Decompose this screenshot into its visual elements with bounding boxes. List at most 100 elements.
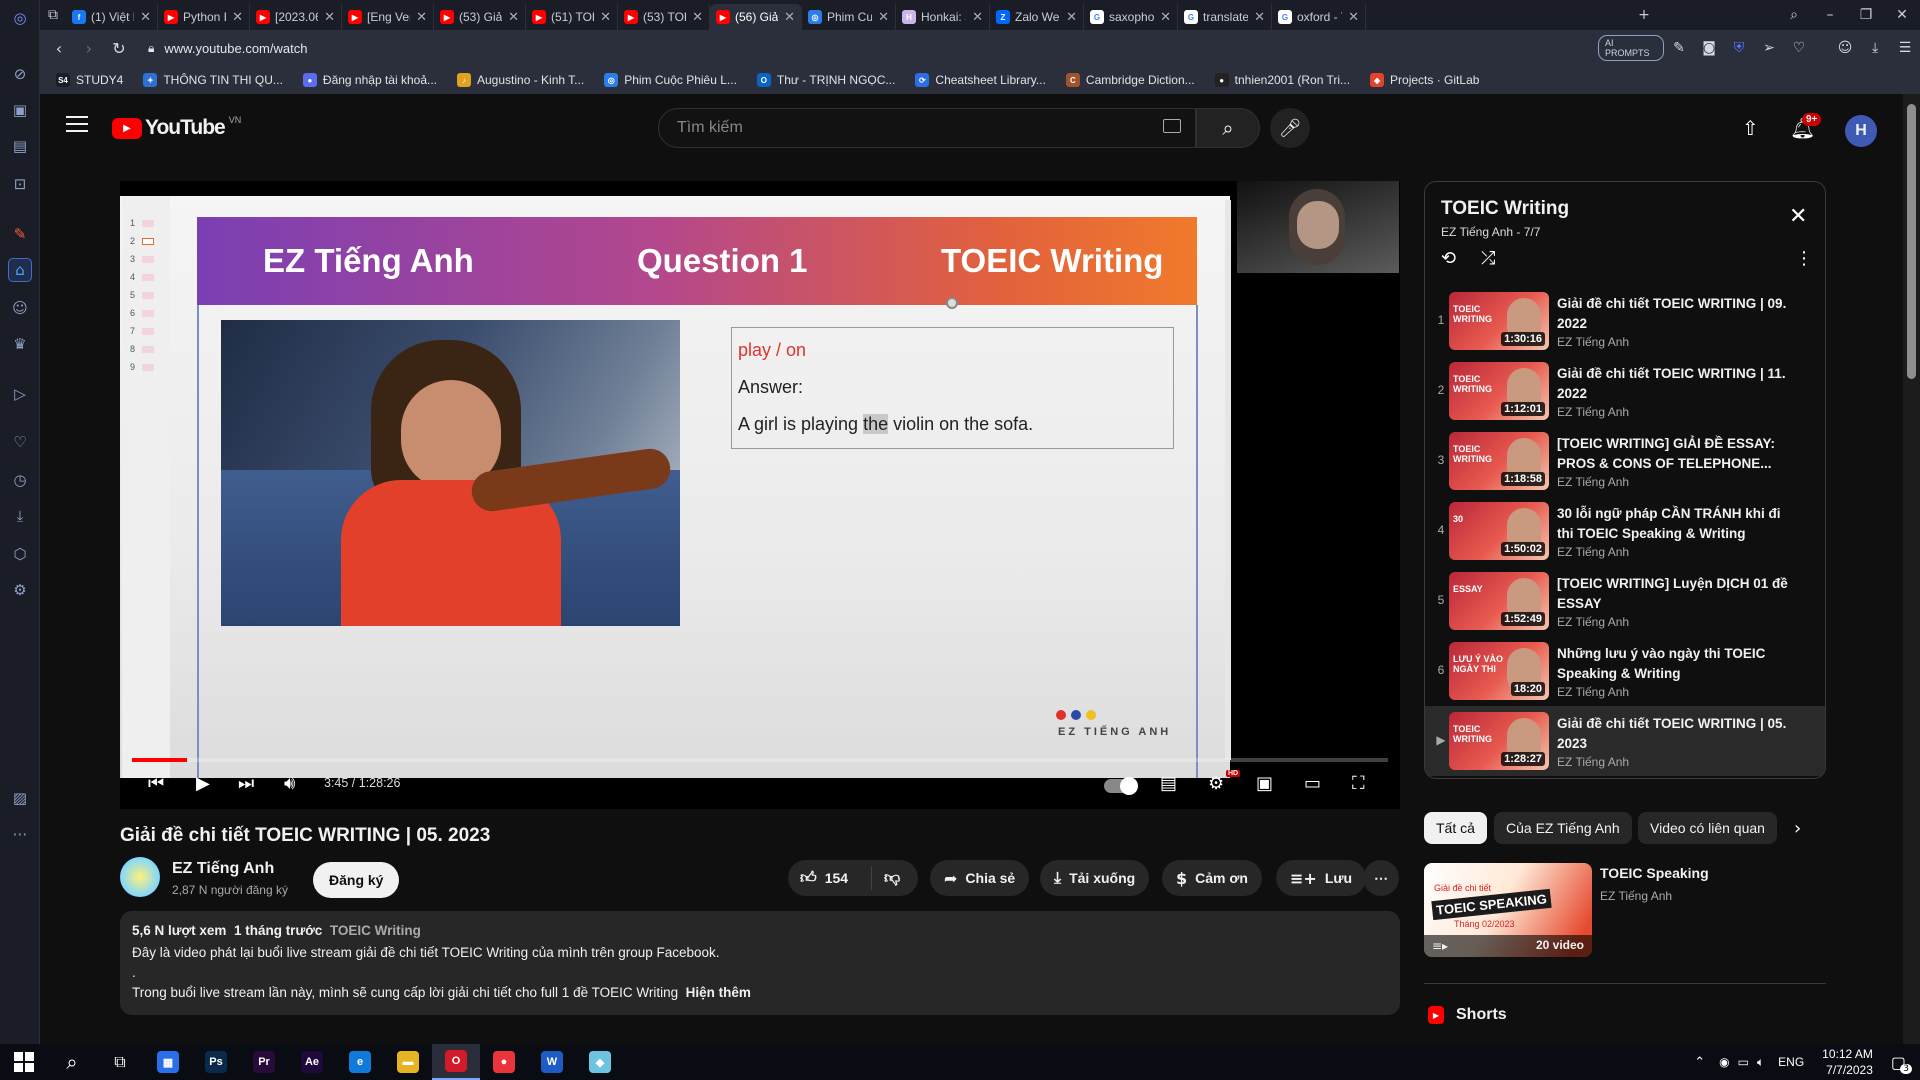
avatar[interactable]: H [1845,115,1877,147]
tab-close-icon[interactable]: ✕ [972,9,983,25]
share-button[interactable]: ➦ Chia sẻ [930,860,1030,896]
bookmark-item[interactable]: ● Đăng nhập tài khoả... [302,73,437,87]
taskbar-app[interactable]: ▦ [144,1044,192,1080]
messenger-icon[interactable]: ▤ [8,134,32,158]
tab-search-icon[interactable]: ⌕ [1776,0,1812,30]
download-icon[interactable]: ⤓ [8,504,32,528]
shield-icon[interactable]: ⛨ [1724,33,1754,63]
minimize-icon[interactable]: – [1812,0,1848,30]
related-title[interactable]: TOEIC Speaking [1600,865,1709,881]
playlist-item[interactable]: 2 TOEIC WRITING 1:12:01 Giải đề chi tiết TO… [1425,356,1825,426]
browser-tab[interactable]: f (1) Việt Hà ✕ [66,4,158,30]
browser-tab[interactable]: ▶ [2023.06] T ✕ [250,4,342,30]
more-actions-button[interactable]: ⋯ [1363,860,1399,896]
clock[interactable]: 10:12 AM 7/7/2023 [1822,1046,1873,1078]
close-window-icon[interactable]: ✕ [1884,0,1920,30]
taskbar-app[interactable]: ◆ [576,1044,624,1080]
briefcase-icon[interactable]: ▣ [8,98,32,122]
playlist-item[interactable]: ▶ TOEIC WRITING 1:28:27 Giải đề chi tiết TO… [1425,706,1825,776]
channel-avatar[interactable] [120,857,160,897]
playlist-item[interactable]: 4 30 1:50:02 30 lỗi ngữ pháp CẦN TRÁNH khi … [1425,496,1825,566]
taskbar-app[interactable]: Ae [288,1044,336,1080]
cube-icon[interactable]: ⬡ [8,542,32,566]
heart-icon[interactable]: ♡ [8,430,32,454]
tab-close-icon[interactable]: ✕ [1066,9,1077,25]
playlist-menu-icon[interactable]: ⋮ [1795,248,1813,269]
snapshot-icon[interactable]: ▨ [8,786,32,810]
progress-track[interactable] [132,758,1388,762]
share-icon[interactable]: ➢ [1754,33,1784,63]
browser-tab[interactable]: ▶ [Eng Ver.] T ✕ [342,4,434,30]
bookmark-item[interactable]: ♪ Augustino - Kinh T... [457,73,584,87]
tab-close-icon[interactable]: ✕ [416,9,427,25]
taskbar-app[interactable]: e [336,1044,384,1080]
download-button[interactable]: ⤓ Tải xuống [1040,860,1150,896]
hamburger-menu-icon[interactable] [66,116,88,132]
downloads-icon[interactable]: ⤓ [1860,33,1890,63]
action-center-icon[interactable]: ▢ 3 [1891,1053,1912,1074]
tray-chevron-icon[interactable]: ⌃ [1694,1055,1705,1070]
search-taskbar-icon[interactable]: ⌕ [48,1044,96,1080]
browser-tab[interactable]: Gtranslate - T ✕ [1178,4,1272,30]
profile-icon[interactable]: ☺ [1830,33,1860,63]
volume-icon[interactable]: 🔊︎ [284,773,295,794]
previous-icon[interactable]: ⏮︎ [148,773,164,794]
settings-gear-icon[interactable]: ⚙ [1208,773,1224,794]
autoplay-toggle[interactable] [1104,777,1138,795]
playlist-item[interactable]: 3 TOEIC WRITING 1:18:58 [TOEIC WRITING] GIẢ… [1425,426,1825,496]
send-icon[interactable]: ▷ [8,382,32,406]
voice-search-button[interactable]: 🎤︎ [1270,108,1310,148]
show-more-link[interactable]: Hiện thêm [686,985,751,1000]
task-view-icon[interactable]: ⧉ [96,1044,144,1080]
browser-tab[interactable]: H Honkai: Sta ✕ [896,4,990,30]
taskbar-app[interactable]: Pr [240,1044,288,1080]
browser-tab[interactable]: ▶ (53) Giải đề ✕ [434,4,526,30]
search-input[interactable]: Tìm kiếm [658,108,1196,148]
crown-icon[interactable]: ♛ [8,332,32,356]
settings-icon[interactable]: ⚙ [8,578,32,602]
new-tab-icon[interactable]: + [1626,0,1662,30]
shorts-heading[interactable]: Shorts [1456,1006,1507,1024]
bookmark-item[interactable]: ✦ THÔNG TIN THI QU... [143,73,283,87]
bookmark-item[interactable]: C Cambridge Diction... [1065,73,1195,87]
tab-close-icon[interactable]: ✕ [878,9,889,25]
filter-chip[interactable]: Video có liên quan [1638,812,1777,844]
restore-icon[interactable]: ❐ [1848,0,1884,30]
history-icon[interactable]: ◷ [8,468,32,492]
discord-icon[interactable]: ☺ [8,296,32,320]
tab-close-icon[interactable]: ✕ [692,9,703,25]
page-scrollbar[interactable] [1903,94,1920,1044]
play-icon[interactable]: ▶︎ [196,773,210,794]
fullscreen-icon[interactable]: ⛶ [1352,773,1365,794]
playlist-item[interactable]: 1 TOEIC WRITING 1:30:16 Giải đề chi tiết TO… [1425,286,1825,356]
tab-close-icon[interactable]: ✕ [784,9,795,25]
forward-icon[interactable]: › [74,33,104,63]
filter-chip[interactable]: Của EZ Tiếng Anh [1494,812,1632,844]
captions-icon[interactable]: ▤ [1160,773,1177,794]
browser-tab[interactable]: ▶ (56) Giải đề ✕ [710,4,802,30]
browser-tab[interactable]: Gsaxophone ✕ [1084,4,1178,30]
browser-tab[interactable]: ◎ Phim Cuộc ✕ [802,4,896,30]
related-thumbnail[interactable]: Giải đề chi tiết TOEIC SPEAKING Tháng 02… [1424,863,1592,957]
bookmark-item[interactable]: ◎ Phim Cuộc Phiêu L... [604,73,737,87]
thanks-button[interactable]: $ Cảm ơn [1162,860,1262,896]
next-icon[interactable]: ⏭︎ [238,773,254,794]
easy-setup-icon[interactable]: ☰ [1890,33,1920,63]
taskbar-app[interactable]: W [528,1044,576,1080]
speed-dial-icon[interactable]: ⊘ [8,62,32,86]
related-channel[interactable]: EZ Tiếng Anh [1600,889,1672,903]
start-button[interactable] [0,1044,48,1080]
tab-close-icon[interactable]: ✕ [1254,9,1265,25]
like-button[interactable]: 👍︎ 154 [788,866,872,890]
tab-close-icon[interactable]: ✕ [140,9,151,25]
more-icon[interactable]: ⋯ [8,822,32,846]
bookmark-heart-icon[interactable]: ♡ [1784,33,1814,63]
location-icon[interactable]: ◉ [1719,1055,1729,1069]
bookmark-item[interactable]: S4 STUDY4 [56,73,123,87]
tab-close-icon[interactable]: ✕ [232,9,243,25]
url-field[interactable]: 🔒︎ www.youtube.com/watch [140,35,1590,61]
taskbar-app[interactable]: O [432,1044,480,1080]
network-icon[interactable]: ▭ [1738,1055,1749,1069]
browser-tab[interactable]: ▶ Python Bac ✕ [158,4,250,30]
language-indicator[interactable]: ENG [1778,1055,1804,1069]
